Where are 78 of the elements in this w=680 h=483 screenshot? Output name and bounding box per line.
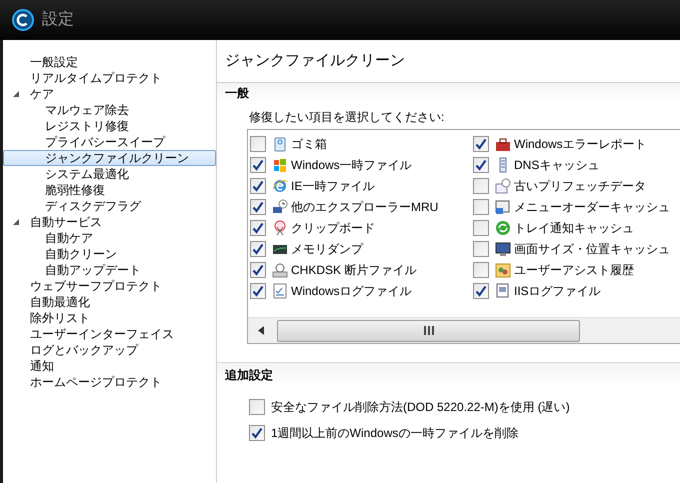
item-label: ゴミ箱 [291, 136, 327, 152]
calendar-clock-icon [495, 178, 511, 194]
server-document-icon [495, 282, 511, 298]
checkbox[interactable] [250, 178, 266, 194]
option-label: 安全なファイル削除方法(DOD 5220.22-M)を使用 (遅い) [271, 399, 570, 416]
refresh-circle-icon [495, 220, 511, 236]
checkbox[interactable] [473, 156, 489, 172]
toolbox-icon [495, 136, 511, 152]
windows-flag-icon [272, 156, 288, 172]
checkbox[interactable] [250, 282, 266, 298]
checkbox[interactable] [473, 178, 489, 194]
item-label: CHKDSK 断片ファイル [291, 262, 416, 278]
window-menu-icon [495, 198, 511, 214]
item-label: IE一時ファイル [291, 178, 374, 194]
item-label: IISログファイル [514, 282, 601, 300]
tree-item[interactable]: リアルタイムプロテクト [3, 70, 216, 86]
item-label: DNSキャッシュ [514, 156, 600, 174]
tree-item[interactable]: 脆弱性修復 [3, 182, 216, 198]
checkbox[interactable] [250, 198, 266, 214]
tree-item[interactable]: プライバシースイープ [3, 134, 216, 150]
tree-item[interactable]: システム最適化 [3, 166, 216, 182]
tree-item[interactable]: ログとバックアップ [3, 342, 216, 358]
recycle-bin-icon [272, 136, 288, 152]
checkbox[interactable] [250, 220, 266, 236]
log-document-icon [272, 282, 288, 298]
tree-item[interactable]: ディスクデフラグ [3, 198, 216, 214]
checkbox[interactable] [473, 198, 489, 214]
scissors-icon [272, 220, 288, 236]
item-label: 他のエクスプローラーMRU [291, 198, 438, 216]
checkbox[interactable] [250, 240, 266, 256]
collapse-arrow-icon[interactable] [13, 219, 19, 225]
item-label: ユーザーアシスト履歴 [514, 262, 634, 278]
item-label: トレイ通知キャッシュ [514, 220, 634, 236]
item-label: 画面サイズ・位置キャッシュ [514, 240, 670, 258]
tree-item[interactable]: ウェブサーフプロテクト [3, 278, 216, 294]
tree-item[interactable]: レジストリ修復 [3, 118, 216, 134]
tree-item[interactable]: 自動サービス [3, 214, 216, 230]
tree-item[interactable]: ユーザーインターフェイス [3, 326, 216, 342]
tree-item[interactable]: 自動アップデート [3, 262, 216, 278]
item-label: 古いプリフェッチデータ [514, 178, 646, 194]
clock-computer-icon [272, 198, 288, 214]
window-title: 設定 [42, 10, 74, 30]
tree-item[interactable]: 一般設定 [3, 54, 216, 70]
checkbox[interactable] [473, 282, 489, 298]
tree-item[interactable]: 自動最適化 [3, 294, 216, 310]
checkbox[interactable] [473, 240, 489, 256]
checkbox[interactable] [473, 136, 489, 152]
item-label: Windowsエラーレポート [514, 136, 647, 152]
checkbox[interactable] [249, 399, 265, 415]
checkbox[interactable] [249, 425, 265, 441]
checkbox[interactable] [473, 220, 489, 236]
magnifier-drive-icon [272, 262, 288, 278]
scrollbar-thumb[interactable] [277, 320, 580, 342]
monitor-icon [495, 240, 511, 256]
item-label: クリップボード [291, 220, 375, 236]
tree-item[interactable]: マルウェア除去 [3, 102, 216, 118]
users-folder-icon [495, 262, 511, 278]
item-label: Windows一時ファイル [291, 156, 412, 174]
item-label: メニューオーダーキャッシュ [514, 198, 670, 216]
app-logo-icon [12, 9, 34, 31]
instruction-text: 修復したい項目を選択してください: [248, 109, 446, 125]
collapse-arrow-icon[interactable] [13, 91, 19, 97]
tree-item[interactable]: 除外リスト [3, 310, 216, 326]
tree-item[interactable]: ホームページプロテクト [3, 374, 216, 390]
checkbox[interactable] [473, 262, 489, 278]
tree-item[interactable]: 通知 [3, 358, 216, 374]
checkbox[interactable] [250, 136, 266, 152]
checkbox[interactable] [250, 156, 266, 172]
checkbox[interactable] [250, 262, 266, 278]
browser-e-icon [272, 178, 288, 194]
item-label: メモリダンプ [291, 240, 363, 258]
option-label: 1週間以上前のWindowsの一時ファイルを削除 [271, 425, 518, 442]
tree-item[interactable]: 自動クリーン [3, 246, 216, 262]
tree-item[interactable]: 自動ケア [3, 230, 216, 246]
scroll-left-icon[interactable] [258, 326, 264, 335]
item-label: Windowsログファイル [291, 282, 412, 300]
tree-item[interactable]: ケア [3, 86, 216, 102]
tree-item[interactable]: ジャンクファイルクリーン [3, 150, 216, 166]
